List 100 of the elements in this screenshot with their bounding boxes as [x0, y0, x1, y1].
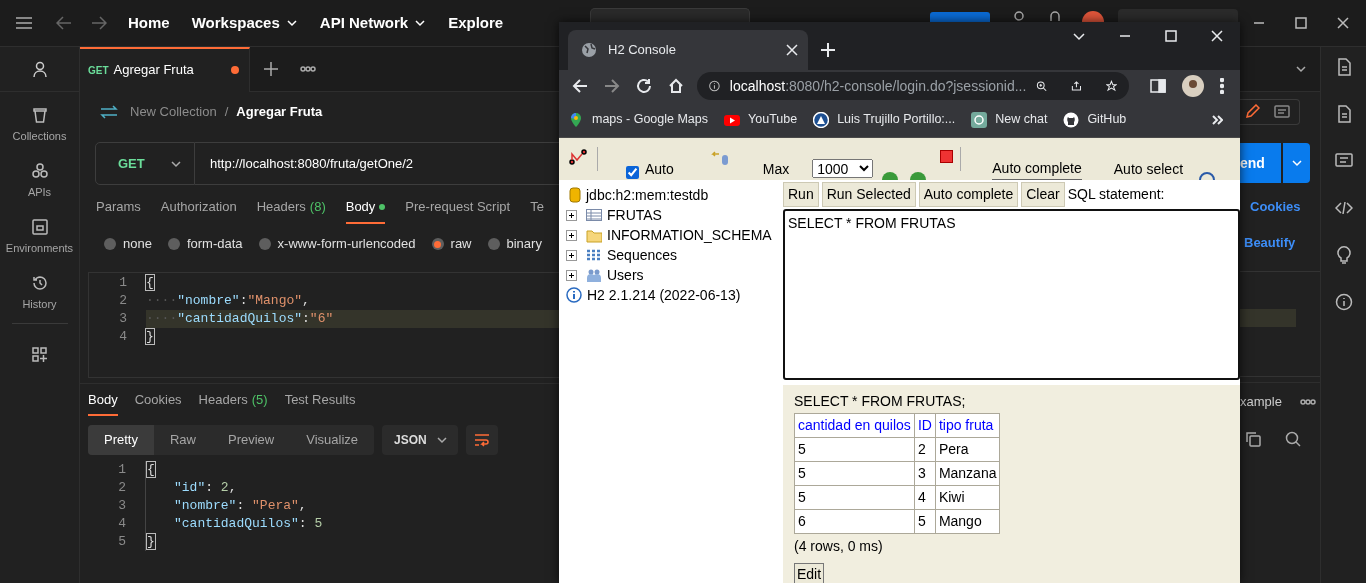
response-tab[interactable]: Test Results — [284, 382, 356, 416]
max-rows-select[interactable]: 1000 — [812, 159, 874, 178]
body-type-radio[interactable]: none — [104, 234, 152, 254]
avatar-icon[interactable] — [1182, 75, 1204, 97]
close-icon[interactable] — [1337, 17, 1349, 29]
toolbar-button[interactable]: Run Selected — [821, 182, 916, 207]
tree-item[interactable]: FRUTAS — [607, 204, 662, 226]
toolbar-button[interactable]: Clear — [1021, 182, 1065, 207]
sidebar-item[interactable]: Collections — [0, 97, 80, 153]
person-icon[interactable] — [30, 60, 49, 78]
more-icon[interactable] — [300, 66, 316, 72]
nav-link[interactable]: Workspaces — [191, 11, 298, 35]
request-tab[interactable]: Headers (8) — [256, 190, 326, 224]
double-chevron-icon[interactable] — [1211, 113, 1223, 126]
sidebar-item[interactable]: APIs — [0, 153, 80, 209]
address-bar[interactable]: localhost:8080/h2-console/login.do?jsessionid... — [697, 72, 1129, 100]
method-select[interactable]: GET — [95, 142, 195, 185]
send-button[interactable]: end — [1240, 143, 1281, 183]
zoom-icon[interactable] — [1036, 78, 1048, 94]
tree-item[interactable]: jdbc:h2:mem:testdb — [586, 184, 709, 206]
comment-icon[interactable] — [1334, 152, 1353, 170]
request-tab[interactable]: Authorization — [160, 190, 237, 224]
tree-item[interactable]: H2 2.1.214 (2022-06-13) — [587, 284, 741, 306]
search-field[interactable] — [590, 8, 750, 22]
beautify-link[interactable]: Beautify — [1244, 233, 1296, 253]
cookies-link[interactable]: Cookies — [1250, 196, 1301, 217]
request-tab[interactable]: Pre-request Script — [405, 190, 511, 224]
info-icon[interactable] — [1334, 293, 1353, 311]
share-icon[interactable] — [1071, 78, 1083, 94]
more-icon[interactable] — [1300, 399, 1316, 405]
sidebar-item[interactable]: Environments — [0, 209, 80, 265]
view-mode-tab[interactable]: Preview — [212, 425, 291, 455]
search-icon[interactable] — [1285, 431, 1301, 447]
body-type-radio[interactable]: x-www-form-urlencoded — [258, 234, 416, 254]
column-header[interactable]: tipo fruta — [935, 413, 1000, 438]
expand-icon[interactable] — [566, 249, 577, 261]
gear-icon[interactable] — [1012, 9, 1026, 21]
tree-item[interactable]: INFORMATION_SCHEMA — [607, 224, 772, 246]
nav-link[interactable]: Home — [128, 11, 170, 35]
expand-icon[interactable] — [566, 229, 577, 241]
view-mode-tab[interactable]: Raw — [153, 425, 212, 455]
nav-link[interactable]: API Network — [319, 11, 427, 35]
body-type-radio[interactable]: raw — [431, 234, 472, 254]
browser-tab[interactable]: H2 Console — [568, 30, 808, 70]
expand-icon[interactable] — [566, 209, 577, 221]
bookmark[interactable]: New chat — [971, 110, 1048, 129]
request-tab[interactable]: Body — [345, 190, 386, 224]
response-tab[interactable]: Body — [88, 382, 118, 416]
sidebar-item[interactable]: History — [0, 265, 80, 321]
bookmark[interactable]: GitHub — [1063, 110, 1127, 129]
stop-icon[interactable] — [940, 150, 954, 163]
edit-button[interactable]: Edit — [794, 563, 825, 583]
request-tab[interactable]: Params — [96, 190, 141, 224]
copy-icon[interactable] — [1245, 431, 1261, 447]
reload-icon[interactable] — [636, 78, 652, 94]
forward-arrow-icon[interactable] — [91, 16, 107, 30]
menu-icon[interactable] — [16, 17, 32, 29]
disconnect-icon[interactable] — [569, 149, 587, 165]
chevron-down-icon[interactable] — [1295, 63, 1307, 75]
view-mode-tab[interactable]: Pretty — [88, 425, 154, 455]
view-mode-tab[interactable]: Visualize — [290, 425, 375, 455]
expand-icon[interactable] — [566, 269, 577, 281]
body-type-radio[interactable]: form-data — [167, 234, 243, 254]
bulb-icon[interactable] — [1334, 246, 1353, 264]
comment-icon[interactable] — [1274, 104, 1290, 120]
forward-arrow-icon[interactable] — [604, 78, 620, 94]
save-example-button[interactable]: xample — [1240, 392, 1282, 412]
info-icon[interactable] — [709, 78, 720, 94]
body-type-radio[interactable]: binary — [487, 234, 542, 254]
pencil-icon[interactable] — [1244, 104, 1260, 120]
column-header[interactable]: ID — [914, 413, 936, 438]
code-icon[interactable] — [1334, 199, 1353, 217]
url-field[interactable]: http://localhost:8080/fruta/getOne/2 — [195, 142, 559, 185]
breadcrumb-link[interactable]: New Collection — [130, 102, 217, 122]
sql-editor-field[interactable]: SELECT * FROM FRUTAS — [783, 209, 1240, 380]
bookmark[interactable]: YouTube — [724, 110, 798, 129]
request-tab[interactable]: Te — [530, 190, 544, 224]
home-icon[interactable] — [668, 78, 684, 94]
response-tab[interactable]: Cookies — [134, 382, 182, 416]
request-tab[interactable]: GET Agregar Fruta — [80, 47, 250, 92]
nav-link[interactable]: Explore — [448, 11, 504, 35]
star-icon[interactable] — [1106, 78, 1117, 94]
grid-plus-icon[interactable] — [30, 345, 49, 364]
toolbar-button[interactable]: Auto complete — [918, 182, 1019, 207]
column-header[interactable]: cantidad en quilos — [794, 413, 915, 438]
auto-commit-checkbox[interactable] — [626, 166, 639, 179]
tree-item[interactable]: Users — [607, 264, 644, 286]
side-panel-icon[interactable] — [1150, 78, 1166, 94]
account-field[interactable] — [1118, 9, 1238, 22]
toolbar-button[interactable]: Run — [783, 182, 819, 207]
format-select[interactable]: JSON — [382, 425, 459, 455]
bookmark[interactable]: maps - Google Maps — [568, 110, 709, 129]
bookmark[interactable]: Luis Trujillo Portillo:... — [813, 110, 956, 129]
more-icon[interactable] — [1220, 78, 1224, 94]
wrap-lines-button[interactable] — [466, 425, 499, 455]
maximize-icon[interactable] — [1295, 17, 1307, 29]
tree-item[interactable]: Sequences — [607, 244, 678, 266]
response-tab[interactable]: Headers (5) — [198, 382, 268, 416]
avatar-icon[interactable] — [1082, 9, 1104, 22]
bell-icon[interactable] — [1048, 9, 1062, 21]
